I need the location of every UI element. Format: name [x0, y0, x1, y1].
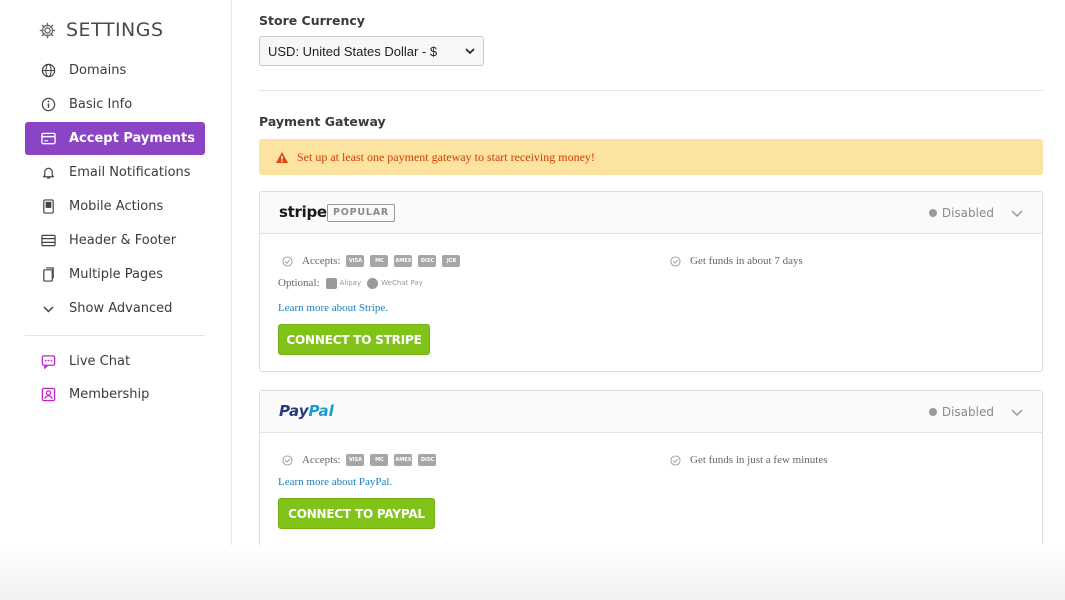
sidebar-item-label: Basic Info: [69, 97, 133, 112]
discover-icon: DISC: [418, 454, 437, 466]
pages-icon: [39, 266, 57, 284]
sidebar-item-show-advanced[interactable]: Show Advanced: [25, 292, 205, 325]
sidebar-item-label: Email Notifications: [69, 165, 191, 180]
learn-more-stripe-link[interactable]: Learn more about Stripe.: [278, 302, 388, 314]
paypal-gateway-card: PayPal Disabled Accepts: VISA MC AMEX DI…: [259, 390, 1043, 550]
paypal-status: Disabled: [928, 405, 994, 419]
sidebar-item-email-notifications[interactable]: Email Notifications: [25, 156, 205, 189]
chevron-down-icon: [39, 300, 57, 318]
payment-gateway-label: Payment Gateway: [259, 114, 386, 129]
mastercard-icon: MC: [370, 454, 389, 466]
chevron-down-icon[interactable]: [1010, 405, 1024, 423]
sidebar-item-label: Show Advanced: [69, 301, 173, 316]
stripe-logo: stripe: [279, 203, 327, 221]
sidebar-item-basic-info[interactable]: Basic Info: [25, 88, 205, 121]
status-dot: [928, 209, 937, 217]
connect-to-paypal-button[interactable]: CONNECT TO PAYPAL: [278, 498, 435, 529]
settings-sidebar: SETTINGS Domains Basic Info Accept Payme…: [0, 0, 232, 600]
sidebar-item-label: Membership: [69, 386, 150, 402]
bottom-fade: [0, 545, 1065, 600]
funds-text: Get funds in just a few minutes: [690, 454, 828, 466]
mastercard-icon: MC: [370, 255, 389, 267]
member-icon: [39, 385, 57, 403]
accepts-label: Accepts:: [302, 454, 341, 466]
sidebar-item-mobile-actions[interactable]: Mobile Actions: [25, 190, 205, 223]
check-circle-icon: [666, 252, 684, 270]
sidebar-header: SETTINGS: [38, 19, 164, 41]
sidebar-divider: [25, 335, 205, 336]
status-text: Disabled: [941, 206, 994, 220]
stripe-optional-row: Optional: Alipay WeChat Pay: [278, 277, 423, 289]
check-circle-icon: [278, 252, 296, 270]
sidebar-item-label: Mobile Actions: [69, 199, 164, 214]
chevron-down-icon[interactable]: [1010, 206, 1024, 224]
sidebar-item-label: Accept Payments: [69, 131, 195, 146]
sidebar-item-header-footer[interactable]: Header & Footer: [25, 224, 205, 257]
sidebar-item-membership[interactable]: Membership: [25, 378, 205, 410]
paypal-funds-row: Get funds in just a few minutes: [666, 451, 827, 469]
credit-card-icon: [39, 130, 57, 148]
sidebar-item-label: Live Chat: [69, 353, 131, 369]
settings-nav: Domains Basic Info Accept Payments Email…: [25, 54, 205, 326]
paypal-card-header[interactable]: PayPal Disabled: [260, 391, 1042, 433]
bell-icon: [39, 164, 57, 182]
popular-badge: POPULAR: [327, 204, 396, 222]
discover-icon: DISC: [418, 255, 437, 267]
status-text: Disabled: [941, 405, 994, 419]
settings-extras-nav: Live Chat Membership: [25, 345, 205, 411]
stripe-card-header[interactable]: stripe POPULAR Disabled: [260, 192, 1042, 234]
chat-icon: [39, 352, 57, 370]
warning-icon: [273, 148, 291, 166]
sidebar-item-domains[interactable]: Domains: [25, 54, 205, 87]
accepts-label: Accepts:: [302, 255, 341, 267]
gear-icon: [38, 21, 56, 39]
sidebar-item-label: Multiple Pages: [69, 267, 164, 282]
sidebar-item-label: Domains: [69, 63, 127, 78]
stripe-status: Disabled: [928, 206, 994, 220]
status-dot: [928, 408, 937, 416]
amex-icon: AMEX: [394, 454, 413, 466]
check-circle-icon: [278, 451, 296, 469]
chevron-down-icon: [464, 45, 476, 60]
stripe-funds-row: Get funds in about 7 days: [666, 252, 803, 270]
store-currency-select[interactable]: USD: United States Dollar - $: [259, 36, 484, 66]
learn-more-paypal-link[interactable]: Learn more about PayPal.: [278, 476, 392, 488]
check-circle-icon: [666, 451, 684, 469]
optional-label: Optional:: [278, 277, 320, 289]
sidebar-item-label: Header & Footer: [69, 233, 177, 248]
connect-to-stripe-button[interactable]: CONNECT TO STRIPE: [278, 324, 430, 355]
header-footer-icon: [39, 232, 57, 250]
stripe-accepts-row: Accepts: VISA MC AMEX DISC JCB: [278, 252, 461, 270]
alipay-icon: Alipay: [325, 277, 361, 289]
amex-icon: AMEX: [394, 255, 413, 267]
visa-icon: VISA: [346, 255, 365, 267]
sidebar-item-accept-payments[interactable]: Accept Payments: [25, 122, 205, 155]
sidebar-title: SETTINGS: [66, 19, 164, 41]
paypal-accepts-row: Accepts: VISA MC AMEX DISC: [278, 451, 437, 469]
sidebar-item-multiple-pages[interactable]: Multiple Pages: [25, 258, 205, 291]
store-currency-label: Store Currency: [259, 13, 365, 28]
store-currency-value: USD: United States Dollar - $: [268, 43, 438, 59]
jcb-icon: JCB: [442, 255, 461, 267]
mobile-icon: [39, 198, 57, 216]
sidebar-item-live-chat[interactable]: Live Chat: [25, 345, 205, 377]
gateway-warning-banner: Set up at least one payment gateway to s…: [259, 139, 1043, 175]
globe-icon: [39, 62, 57, 80]
funds-text: Get funds in about 7 days: [690, 255, 803, 267]
stripe-gateway-card: stripe POPULAR Disabled Accepts: VISA MC…: [259, 191, 1043, 372]
warning-text: Set up at least one payment gateway to s…: [297, 149, 595, 164]
wechat-pay-icon: WeChat Pay: [367, 277, 423, 289]
visa-icon: VISA: [346, 454, 365, 466]
info-icon: [39, 96, 57, 114]
paypal-logo: PayPal: [279, 402, 334, 420]
section-divider: [259, 90, 1043, 91]
